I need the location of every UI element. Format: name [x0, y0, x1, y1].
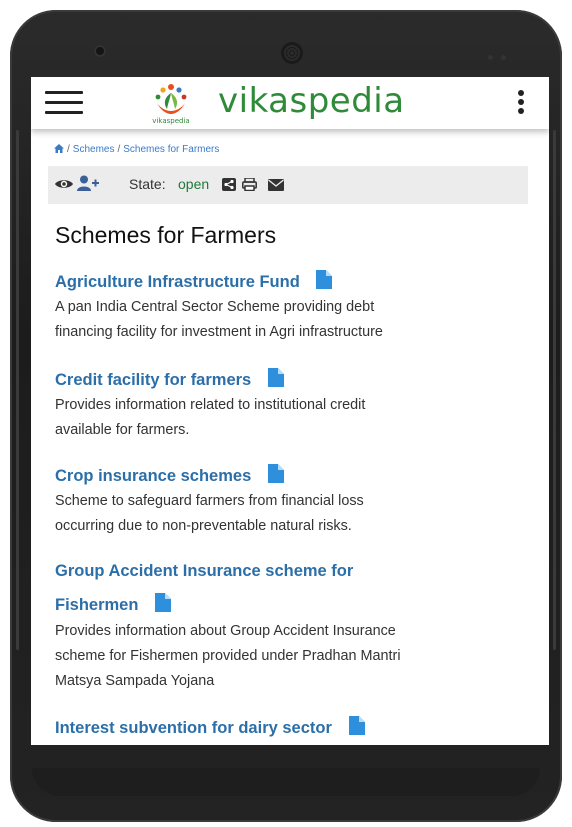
proximity-sensors [488, 47, 518, 60]
description-line: Provides information about Group Acciden… [55, 623, 396, 639]
description-line: available for farmers. [55, 422, 190, 438]
home-icon[interactable] [54, 144, 64, 153]
share-icon[interactable] [222, 178, 236, 191]
description-line: scheme for Fishermen provided under Prad… [55, 648, 401, 664]
scheme-link-agriculture-infrastructure-fund[interactable]: Agriculture Infrastructure Fund [55, 270, 333, 292]
scheme-description: Provides information related to institut… [55, 393, 525, 443]
logo-caption: vikaspedia [152, 117, 189, 125]
scheme-description: Scheme to safeguard farmers from financi… [55, 489, 525, 539]
print-icon[interactable] [242, 178, 257, 191]
earpiece-speaker [281, 42, 303, 64]
description-line: Provides information related to institut… [55, 397, 366, 413]
front-camera [94, 45, 106, 57]
phone-edge-right [553, 130, 556, 650]
scheme-description: A pan India Central Sector Scheme provid… [55, 295, 525, 345]
page-toolbar: State: open [48, 166, 528, 204]
app-bar: vikaspedia vikaspedia [31, 77, 549, 129]
scheme-link-interest-subvention-dairy[interactable]: Interest subvention for dairy sector [55, 716, 365, 738]
phone-screen: vikaspedia vikaspedia / Schemes / Schemes f… [31, 77, 549, 745]
state-value: open [178, 176, 210, 192]
description-line: financing facility for investment in Agr… [55, 324, 383, 340]
scheme-description: Provides information about Group Acciden… [55, 619, 525, 694]
breadcrumb-link-schemes[interactable]: Schemes [73, 144, 115, 155]
breadcrumb-separator: / [67, 144, 70, 155]
description-line: A pan India Central Sector Scheme provid… [55, 299, 375, 315]
state-label: State: [129, 176, 166, 192]
phone-chin [32, 768, 540, 796]
scheme-title[interactable]: Credit facility for farmers [55, 371, 251, 389]
scheme-link-group-accident-insurance[interactable]: Group Accident Insurance scheme for [55, 562, 353, 581]
scheme-link-group-accident-insurance-cont[interactable]: Fishermen [55, 593, 172, 615]
description-line: Matsya Sampada Yojana [55, 673, 215, 689]
overflow-menu-icon[interactable] [517, 90, 525, 118]
document-icon [155, 593, 172, 612]
description-line: Scheme to safeguard farmers from financi… [55, 493, 364, 509]
description-line: occurring due to non-preventable natural… [55, 518, 352, 534]
scheme-link-credit-facility[interactable]: Credit facility for farmers [55, 368, 284, 390]
brand-name[interactable]: vikaspedia [218, 81, 405, 121]
scheme-link-crop-insurance[interactable]: Crop insurance schemes [55, 464, 284, 486]
scheme-title-line[interactable]: Fishermen [55, 596, 138, 614]
document-icon [316, 270, 333, 289]
scheme-title[interactable]: Crop insurance schemes [55, 467, 251, 485]
vikaspedia-logo[interactable]: vikaspedia [141, 81, 201, 125]
scheme-title[interactable]: Agriculture Infrastructure Fund [55, 273, 300, 291]
document-icon [267, 368, 284, 387]
breadcrumb-separator: / [117, 144, 121, 155]
scheme-title-line[interactable]: Group Accident Insurance scheme for [55, 562, 353, 580]
page-title: Schemes for Farmers [55, 222, 277, 248]
mail-icon[interactable] [268, 179, 284, 191]
breadcrumb-current[interactable]: Schemes for Farmers [123, 144, 219, 155]
eye-icon[interactable] [54, 177, 74, 191]
menu-icon[interactable] [45, 89, 83, 117]
phone-edge-left [16, 130, 19, 650]
document-icon [348, 716, 365, 735]
breadcrumb: / Schemes / Schemes for Farmers [54, 144, 219, 155]
user-plus-icon[interactable] [77, 175, 99, 191]
document-icon [267, 464, 284, 483]
scheme-title[interactable]: Interest subvention for dairy sector [55, 719, 332, 737]
